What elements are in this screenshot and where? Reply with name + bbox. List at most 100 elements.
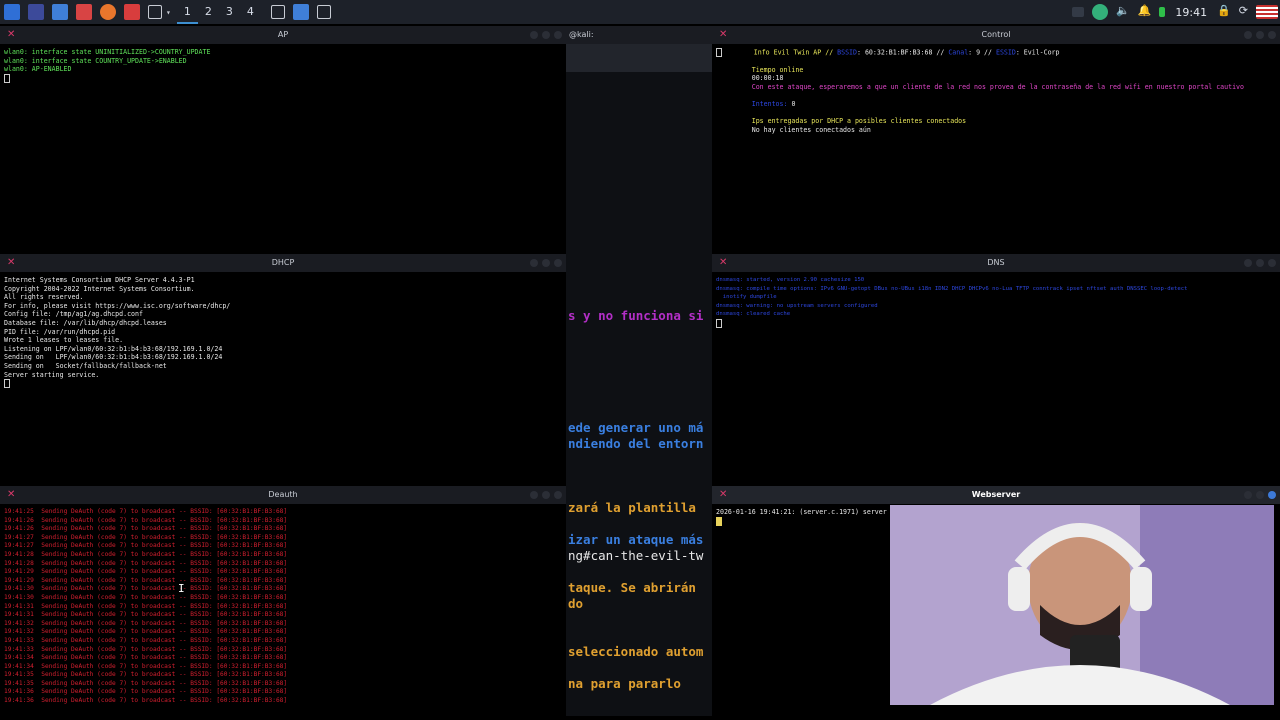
deauth-line: 19:41:36 Sending DeAuth (code 7) to broa… [4, 688, 288, 696]
lock-icon[interactable]: 🔒 [1217, 4, 1231, 20]
attack-description: Con este ataque, esperaremos a que un cl… [751, 82, 1244, 91]
control-header: Info Evil Twin AP // [753, 48, 838, 57]
workspace-3[interactable]: 3 [219, 0, 240, 24]
close-icon[interactable]: ✕ [7, 486, 15, 504]
main-fragment: ndiendo del entorn [568, 436, 704, 451]
control-terminal[interactable]: Info Evil Twin AP // BSSID: 60:32:B1:BF:… [716, 48, 1276, 252]
terminal-cursor [716, 318, 722, 328]
window-ap-title: AP [277, 30, 289, 39]
terminal-cursor [4, 379, 10, 389]
window-ap-titlebar[interactable]: ✕ AP [0, 26, 566, 44]
deauth-line: 19:41:25 Sending DeAuth (code 7) to broa… [4, 508, 288, 515]
essid-label: ESSID [995, 48, 1016, 57]
window-controls[interactable] [530, 259, 562, 267]
files-blue-icon[interactable] [292, 4, 309, 20]
refresh-icon[interactable] [1091, 4, 1108, 20]
dns-line: dnsmasq: compile time options: IPv6 GNU-… [716, 285, 1188, 292]
screen-icon[interactable] [1071, 7, 1084, 17]
window-dhcp-titlebar[interactable]: ✕ DHCP [0, 254, 566, 272]
bssid-value: : 60:32:B1:BF:B3:68 // [857, 48, 949, 57]
deauth-line: 19:41:34 Sending DeAuth (code 7) to broa… [4, 662, 288, 670]
window-deauth-titlebar[interactable]: ✕ Deauth [0, 486, 566, 504]
window-control[interactable]: ✕ Control Info Evil Twin AP // BSSID: 60… [712, 26, 1280, 252]
window-dhcp[interactable]: ✕ DHCP Internet Systems Consortium DHCP … [0, 254, 566, 484]
ap-line: wlan0: interface state UNINITIALIZED->CO… [4, 48, 211, 56]
ap-terminal[interactable]: wlan0: interface state UNINITIALIZED->CO… [4, 48, 562, 252]
firefox-icon[interactable] [100, 4, 116, 20]
attempts-value: 0 [787, 100, 796, 109]
desktop-icon[interactable] [28, 4, 44, 20]
window-main-titlebar[interactable]: @kali: ~/Desktop/arsenal/airgeddon [566, 26, 712, 57]
window-ap[interactable]: ✕ AP wlan0: interface state UNINITIALIZE… [0, 26, 566, 252]
terminal-six-icon[interactable] [316, 5, 331, 19]
window-dns-title: DNS [987, 258, 1005, 267]
deauth-line: 19:41:33 Sending DeAuth (code 7) to broa… [4, 636, 288, 644]
dns-line: dnsmasq: started, version 2.90 cachesize… [716, 277, 865, 283]
dhcp-clients-header: Ips entregadas por DHCP a posibles clien… [751, 117, 967, 126]
workspace-2[interactable]: 2 [198, 0, 219, 24]
window-controls[interactable] [530, 491, 562, 499]
deauth-line: 19:41:35 Sending DeAuth (code 7) to broa… [4, 679, 288, 687]
main-fragment: ede generar uno má [568, 420, 704, 435]
close-icon[interactable]: ✕ [7, 254, 15, 272]
main-toolbar [566, 44, 712, 72]
main-fragment: izar un ataque más [568, 532, 704, 547]
flag-us-icon[interactable] [1256, 5, 1278, 19]
dhcp-line: Listening on LPF/wlan0/60:32:b1:b4:b3:68… [4, 344, 223, 353]
burp-icon[interactable] [124, 4, 140, 20]
kali-menu-icon[interactable] [4, 4, 20, 20]
close-icon[interactable]: ✕ [719, 254, 727, 272]
dhcp-line: Config file: /tmp/ag1/ag.dhcpd.conf [4, 310, 143, 319]
terminal-icon[interactable] [148, 5, 162, 19]
main-fragment: na para pararlo [568, 676, 681, 691]
editor-icon[interactable] [76, 4, 92, 20]
dhcp-line: All rights reserved. [4, 293, 84, 302]
dns-terminal[interactable]: dnsmasq: started, version 2.90 cachesize… [716, 276, 1276, 484]
window-webserver-titlebar[interactable]: ✕ Webserver [712, 486, 1280, 504]
close-icon[interactable]: ✕ [7, 26, 15, 44]
window-dns[interactable]: ✕ DNS dnsmasq: started, version 2.90 cac… [712, 254, 1280, 484]
window-controls[interactable] [1244, 31, 1276, 39]
channel-value: : 9 // [968, 48, 996, 57]
deauth-line: 19:41:32 Sending DeAuth (code 7) to broa… [4, 619, 288, 627]
window-controls[interactable] [1244, 259, 1276, 267]
main-fragment: seleccionado autom [568, 644, 704, 659]
presenter-image [890, 505, 1274, 705]
window-controls[interactable] [530, 31, 562, 39]
dhcp-terminal[interactable]: Internet Systems Consortium DHCP Server … [4, 276, 562, 484]
reload-icon[interactable]: ⟳ [1239, 4, 1248, 20]
window-main[interactable]: @kali: ~/Desktop/arsenal/airgeddon s y n… [566, 26, 712, 716]
deauth-line: 19:41:29 Sending DeAuth (code 7) to broa… [4, 568, 288, 576]
deauth-line: 19:41:30 Sending DeAuth (code 7) to broa… [4, 593, 288, 601]
window-dns-titlebar[interactable]: ✕ DNS [712, 254, 1280, 272]
taskbar-left: ▾ 1 2 3 4 [0, 0, 335, 24]
workspace-4[interactable]: 4 [240, 0, 261, 24]
main-fragment: ng#can-the-evil-tw [568, 548, 704, 563]
deauth-line: 19:41:27 Sending DeAuth (code 7) to broa… [4, 542, 288, 550]
main-fragment: s y no funciona si [568, 308, 704, 323]
close-icon[interactable]: ✕ [719, 26, 727, 44]
terminal-badge-icon[interactable] [270, 5, 285, 19]
clock[interactable]: 19:41 [1175, 6, 1207, 19]
bell-icon[interactable]: 🔔 [1138, 4, 1152, 20]
window-control-titlebar[interactable]: ✕ Control [712, 26, 1280, 44]
window-dhcp-title: DHCP [271, 258, 295, 267]
chevron-down-icon[interactable]: ▾ [166, 8, 171, 17]
taskbar: ▾ 1 2 3 4 🔈 🔔 19:41 🔒 ⟳ [0, 0, 1280, 24]
dns-line: dnsmasq: cleared cache [716, 311, 791, 318]
window-webserver-title: Webserver [971, 490, 1021, 499]
time-value: 00:00:18 [751, 74, 784, 83]
files-icon[interactable] [52, 4, 68, 20]
window-deauth[interactable]: ✕ Deauth 19:41:25 Sending DeAuth (code 7… [0, 486, 566, 716]
text-cursor-icon: I [178, 582, 185, 595]
terminal-cursor [716, 48, 722, 57]
workspace-1[interactable]: 1 [176, 0, 198, 24]
deauth-line: 19:41:32 Sending DeAuth (code 7) to broa… [4, 628, 288, 636]
deauth-line: 19:41:26 Sending DeAuth (code 7) to broa… [4, 516, 288, 524]
window-controls[interactable] [1244, 491, 1276, 499]
time-label: Tiempo online [751, 65, 804, 74]
attempts-label: Intentos: [751, 100, 788, 109]
close-icon[interactable]: ✕ [719, 486, 727, 504]
deauth-terminal[interactable]: 19:41:25 Sending DeAuth (code 7) to broa… [4, 508, 562, 716]
volume-icon[interactable]: 🔈 [1116, 4, 1130, 20]
